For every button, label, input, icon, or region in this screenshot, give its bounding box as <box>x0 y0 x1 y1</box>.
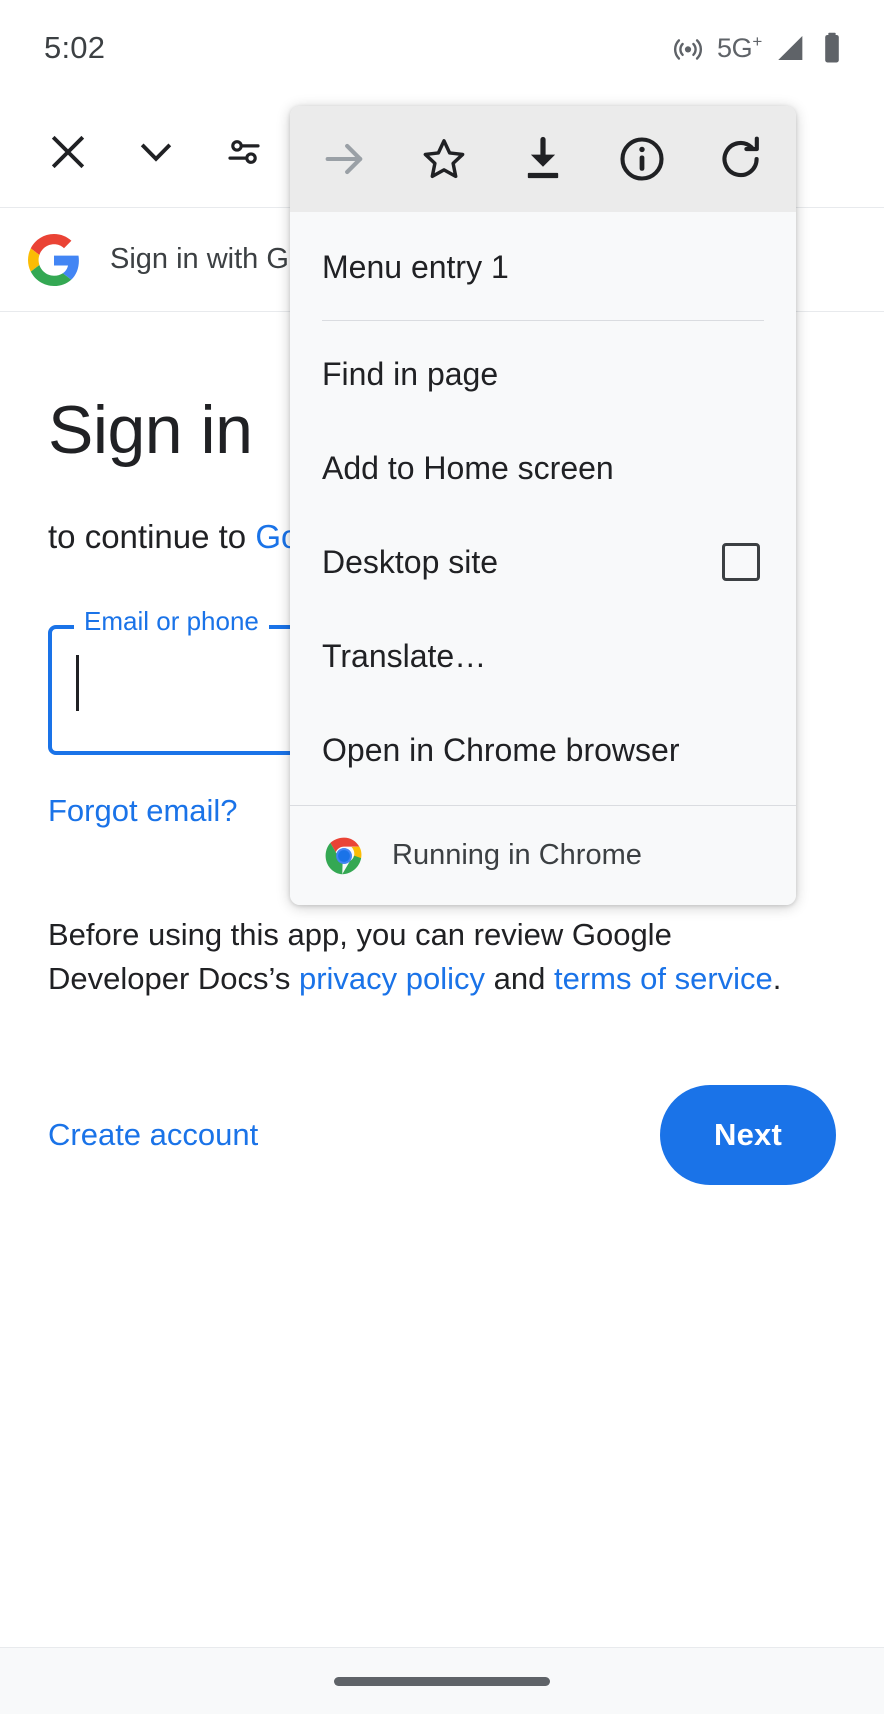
status-bar: 5:02 5G+ <box>0 0 884 96</box>
status-indicators: 5G+ <box>671 31 844 65</box>
menu-footer: Running in Chrome <box>290 805 796 905</box>
refresh-icon <box>715 133 767 185</box>
menu-footer-label: Running in Chrome <box>392 839 642 871</box>
forward-button[interactable] <box>306 120 384 198</box>
menu-item-menu-entry-1[interactable]: Menu entry 1 <box>290 220 796 314</box>
legal-disclaimer: Before using this app, you can review Go… <box>48 913 788 1001</box>
menu-item-label: Find in page <box>322 355 499 392</box>
legal-text-part3: . <box>772 960 782 996</box>
signal-icon <box>774 31 808 65</box>
hotspot-icon <box>671 31 705 65</box>
forgot-email-link[interactable]: Forgot email? <box>48 793 238 829</box>
forward-arrow-icon <box>319 133 371 185</box>
menu-item-label: Desktop site <box>322 543 499 580</box>
menu-item-add-to-home-screen[interactable]: Add to Home screen <box>290 421 796 515</box>
menu-item-translate[interactable]: Translate… <box>290 609 796 703</box>
close-icon <box>45 129 91 175</box>
overflow-menu: Menu entry 1 Find in page Add to Home sc… <box>290 106 796 905</box>
bookmark-button[interactable] <box>405 120 483 198</box>
battery-icon <box>820 31 844 65</box>
menu-item-find-in-page[interactable]: Find in page <box>290 327 796 421</box>
system-nav-bar <box>0 1647 884 1714</box>
menu-divider <box>322 320 764 321</box>
next-button[interactable]: Next <box>660 1084 836 1185</box>
terms-of-service-link[interactable]: terms of service <box>554 961 773 996</box>
download-icon <box>517 133 569 185</box>
menu-item-label: Menu entry 1 <box>322 248 509 285</box>
network-type-label: 5G+ <box>716 32 762 63</box>
refresh-button[interactable] <box>702 120 780 198</box>
download-button[interactable] <box>504 120 582 198</box>
actions-row: Create account Next <box>48 1081 836 1189</box>
page-info-button[interactable] <box>603 120 681 198</box>
menu-item-label: Open in Chrome browser <box>322 731 680 768</box>
status-time: 5:02 <box>44 30 106 65</box>
menu-item-label: Translate… <box>322 637 487 674</box>
menu-item-label: Add to Home screen <box>322 449 614 486</box>
chrome-logo-icon <box>322 834 366 878</box>
privacy-policy-link[interactable]: privacy policy <box>299 961 485 996</box>
menu-item-desktop-site[interactable]: Desktop site <box>290 515 796 609</box>
legal-text-part2: and <box>485 960 554 996</box>
bookmark-star-icon <box>418 133 470 185</box>
google-g-logo-icon <box>28 233 80 286</box>
page-info-icon <box>616 133 668 185</box>
close-button[interactable] <box>24 108 112 196</box>
tune-icon <box>223 131 265 173</box>
menu-item-open-in-chrome-browser[interactable]: Open in Chrome browser <box>290 703 796 797</box>
subtitle-prefix: to continue to <box>48 518 256 555</box>
text-caret <box>76 654 79 711</box>
collapse-button[interactable] <box>112 108 200 196</box>
home-gesture-pill[interactable] <box>334 1676 550 1686</box>
create-account-link[interactable]: Create account <box>48 1117 258 1153</box>
chevron-down-icon <box>133 129 179 175</box>
desktop-site-checkbox[interactable] <box>722 543 760 581</box>
menu-item-list: Menu entry 1 Find in page Add to Home sc… <box>290 212 796 797</box>
menu-icon-row <box>290 106 796 212</box>
tune-button[interactable] <box>200 108 288 196</box>
email-field-legend: Email or phone <box>74 607 269 634</box>
